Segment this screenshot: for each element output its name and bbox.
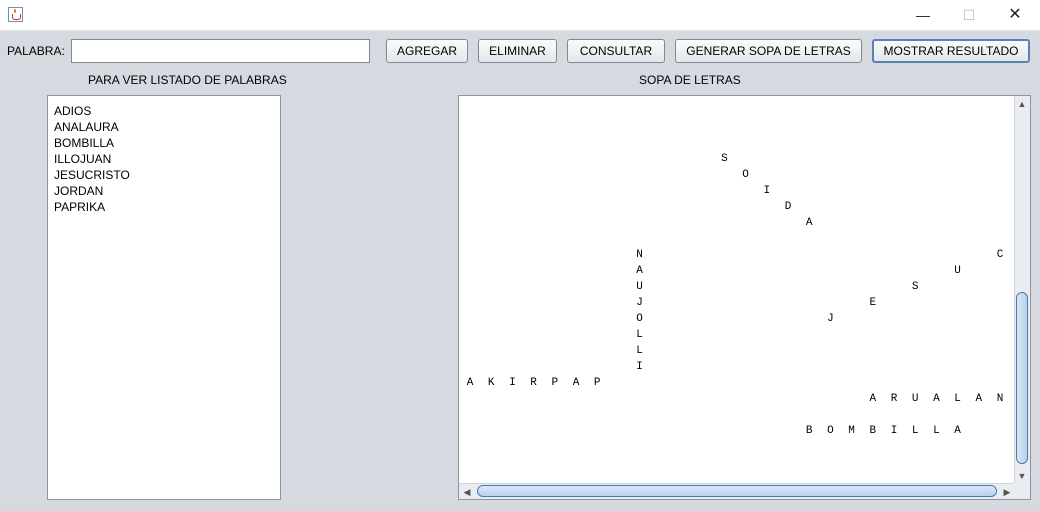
grid-letter: B [805,425,813,437]
grid-letter: K [487,377,495,389]
grid-letter: N [636,249,643,261]
grid-letter: L [954,393,961,405]
grid-letter: E [869,297,877,309]
vertical-scrollbar[interactable]: ▲ ▼ [1014,96,1030,484]
grid-letter: P [551,377,559,389]
grid-letter: I [890,425,898,437]
list-item[interactable]: JORDAN [54,183,274,199]
scroll-corner [1014,483,1030,499]
grid-letter: I [636,361,643,373]
list-item[interactable]: PAPRIKA [54,199,274,215]
grid-letter: A [933,393,940,405]
grid-letter: C [996,249,1004,261]
generate-soup-button[interactable]: GENERAR SOPA DE LETRAS [675,39,862,63]
list-item[interactable]: ADIOS [54,103,274,119]
grid-letter: O [636,313,643,325]
board-caption: SOPA DE LETRAS [639,73,741,87]
minimize-button[interactable]: — [900,0,946,30]
grid-letter: U [911,393,919,405]
grid-letter: D [784,201,792,213]
word-label: PALABRA: [7,44,65,58]
grid-letter: O [827,425,834,437]
grid-letter: I [763,185,771,197]
grid-letter: J [636,297,643,309]
grid-letter: L [636,345,643,357]
scroll-down-icon[interactable]: ▼ [1015,471,1029,481]
grid-letter: A [466,377,474,389]
word-input[interactable] [71,39,370,63]
grid-letter: U [954,265,961,277]
grid-letter: R [890,393,898,405]
scroll-up-icon[interactable]: ▲ [1015,99,1029,109]
grid-letter: M [848,425,855,437]
grid-letter: A [869,393,877,405]
grid-letter: L [911,425,919,437]
grid-letter: I [509,377,516,389]
grid-letter: B [869,425,877,437]
horizontal-scroll-thumb[interactable] [477,485,997,497]
grid-letter: A [954,425,961,437]
grid-letter: A [636,265,643,277]
word-list-caption: PARA VER LISTADO DE PALABRAS [88,73,287,87]
query-button[interactable]: CONSULTAR [567,39,665,63]
list-item[interactable]: JESUCRISTO [54,167,274,183]
show-result-button[interactable]: MOSTRAR RESULTADO [872,39,1030,63]
grid-letter: L [636,329,643,341]
word-search-panel[interactable]: SOOITDSAIRNCAUJUSOJEROJDLALNIAKIRPAPARUA… [458,95,1031,500]
grid-letter: A [805,217,813,229]
list-item[interactable]: BOMBILLA [54,135,274,151]
close-button[interactable]: ✕ [992,0,1038,30]
grid-letter: P [593,377,601,389]
grid-letter: J [827,313,834,325]
grid-letter: R [530,377,537,389]
grid-letter: A [975,393,983,405]
horizontal-scrollbar[interactable]: ◀ ▶ [459,483,1015,499]
list-item[interactable]: ILLOJUAN [54,151,274,167]
grid-letter: N [996,393,1004,405]
add-button[interactable]: AGREGAR [386,39,468,63]
grid-letter: U [636,281,643,293]
grid-letter: O [742,169,749,181]
grid-letter: S [911,281,919,293]
word-search-board: SOOITDSAIRNCAUJUSOJEROJDLALNIAKIRPAPARUA… [459,96,1025,484]
title-bar: — ☐ ✕ [0,0,1040,31]
grid-letter: S [721,153,728,165]
scroll-left-icon[interactable]: ◀ [460,487,474,497]
grid-letter: A [572,377,580,389]
grid-letter: L [933,425,940,437]
scroll-right-icon[interactable]: ▶ [1000,487,1014,497]
vertical-scroll-thumb[interactable] [1016,292,1028,464]
maximize-button[interactable]: ☐ [946,0,992,30]
word-list[interactable]: ADIOS ANALAURA BOMBILLA ILLOJUAN JESUCRI… [47,95,281,500]
java-app-icon [8,7,23,22]
delete-button[interactable]: ELIMINAR [478,39,557,63]
list-item[interactable]: ANALAURA [54,119,274,135]
